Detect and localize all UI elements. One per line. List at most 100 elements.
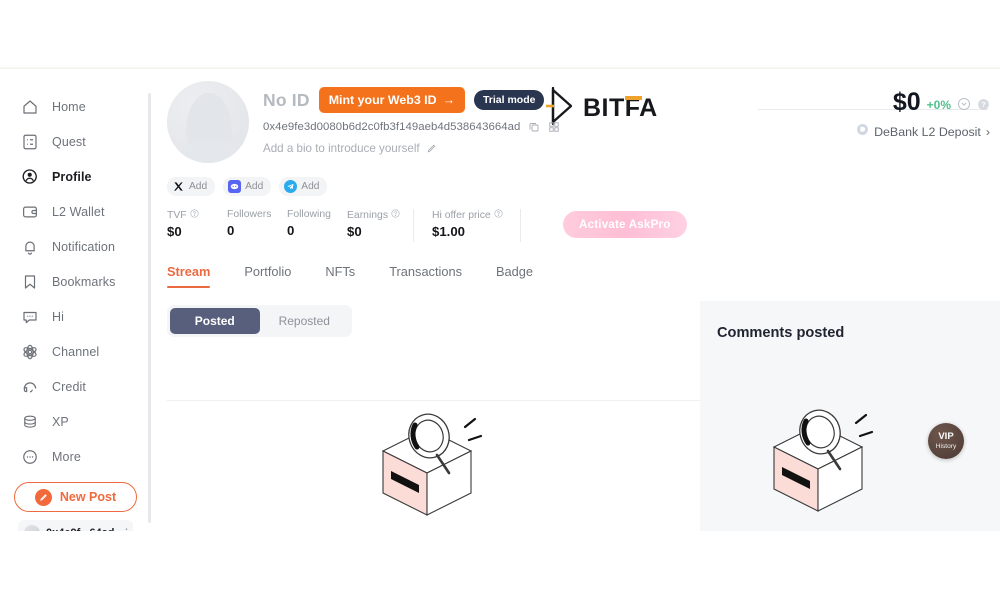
sidebar-item-home[interactable]: Home (0, 89, 151, 124)
arrow-right-icon: → (442, 93, 455, 107)
sidebar-label: XP (52, 414, 69, 429)
sidebar-item-quest[interactable]: Quest (0, 124, 151, 159)
sidebar-item-channel[interactable]: Channel (0, 334, 151, 369)
social-add-x[interactable]: Add (167, 177, 216, 196)
stat-label-wrap: Earnings (347, 209, 407, 221)
sidebar-item-hi[interactable]: Hi (0, 299, 151, 334)
new-post-button[interactable]: New Post (14, 482, 137, 512)
stat-label: Earnings (347, 209, 389, 221)
stat-label: Followers (227, 209, 272, 220)
main-content: BITFA $0 +0% ? DeBank L2 Deposit › No ID… (151, 69, 1000, 531)
sidebar-label: Profile (52, 169, 92, 184)
profile-stats: TVF $0 Followers 0 Following 0 Earnings … (167, 209, 1000, 242)
empty-state-illustration-left (371, 409, 486, 524)
mint-web3-id-button[interactable]: Mint your Web3 ID → (318, 87, 465, 113)
more-icon (20, 447, 40, 467)
tab-nfts[interactable]: NFTs (325, 264, 355, 288)
bio-placeholder: Add a bio to introduce yourself (263, 142, 420, 155)
social-add-telegram[interactable]: Add (279, 177, 328, 196)
credit-icon (20, 377, 40, 397)
comments-panel-title: Comments posted (717, 325, 845, 341)
mint-label: Mint your Web3 ID (328, 93, 437, 107)
empty-box-magnifier-icon (381, 413, 483, 516)
sidebar-label: Bookmarks (52, 274, 116, 289)
stats-divider (413, 209, 414, 242)
wallet-address: 0x4e9fe3d0080b6d2c0fb3f149aeb4d538643664… (263, 121, 521, 133)
vip-history-badge[interactable]: VIP History (928, 423, 964, 459)
stat-value: 0 (227, 223, 235, 238)
x-icon (172, 180, 185, 193)
new-post-label: New Post (59, 490, 117, 504)
vip-line-2: History (935, 442, 957, 450)
sidebar-item-l2-wallet[interactable]: L2 Wallet (0, 194, 151, 229)
stream-filter-toggle: Posted Reposted (167, 305, 352, 337)
top-blank-area (0, 0, 1000, 68)
activate-askpro-button[interactable]: Activate AskPro (563, 211, 687, 238)
social-add-label: Add (189, 181, 208, 192)
info-icon[interactable] (391, 209, 400, 221)
stat-label-wrap: Hi offer price (432, 209, 514, 221)
sidebar-item-bookmarks[interactable]: Bookmarks (0, 264, 151, 299)
comments-panel: Comments posted (700, 301, 1000, 531)
app-window: Home Quest Profile L2 Wallet Notificatio… (0, 0, 1000, 600)
tab-stream[interactable]: Stream (167, 264, 211, 288)
sidebar-label: L2 Wallet (52, 204, 105, 219)
wallet-icon (20, 202, 40, 222)
tab-portfolio[interactable]: Portfolio (244, 264, 291, 288)
stat-label: TVF (167, 209, 187, 221)
copy-icon[interactable] (528, 121, 540, 133)
stat-hi-offer-price: Hi offer price $1.00 (432, 209, 514, 239)
xp-icon (20, 412, 40, 432)
profile-avatar[interactable] (167, 81, 249, 163)
bookmark-icon (20, 272, 40, 292)
sidebar-label: Hi (52, 309, 65, 324)
edit-pencil-icon[interactable] (426, 143, 437, 154)
tab-badge[interactable]: Badge (496, 264, 533, 288)
sidebar-label: More (52, 449, 81, 464)
trial-mode-badge: Trial mode (473, 90, 545, 110)
profile-identity-row: No ID Mint your Web3 ID → Trial mode (263, 87, 560, 113)
toggle-reposted[interactable]: Reposted (260, 308, 350, 334)
channel-icon (20, 342, 40, 362)
sidebar-item-profile[interactable]: Profile (0, 159, 151, 194)
sidebar-item-credit[interactable]: Credit (0, 369, 151, 404)
qr-code-icon[interactable] (548, 121, 560, 133)
empty-state-illustration-right (762, 405, 877, 520)
stat-following: Following 0 (287, 209, 347, 238)
stat-label-wrap: Following (287, 209, 347, 220)
bottom-blank-area (0, 531, 1000, 600)
profile-tabs: Stream Portfolio NFTs Transactions Badge (167, 264, 1000, 288)
info-icon[interactable] (494, 209, 503, 221)
vip-line-1: VIP (938, 430, 954, 442)
empty-box-magnifier-icon (772, 409, 874, 512)
tab-transactions[interactable]: Transactions (389, 264, 462, 288)
stat-followers: Followers 0 (227, 209, 287, 238)
stat-value: $1.00 (432, 224, 466, 239)
quest-icon (20, 132, 40, 152)
sidebar-label: Home (52, 99, 86, 114)
stat-label-wrap: TVF (167, 209, 227, 221)
sidebar-label: Channel (52, 344, 100, 359)
profile-bio-row[interactable]: Add a bio to introduce yourself (263, 142, 560, 155)
profile-header-info: No ID Mint your Web3 ID → Trial mode 0x4… (263, 77, 560, 163)
sidebar-item-more[interactable]: More (0, 439, 151, 474)
sidebar-item-notification[interactable]: Notification (0, 229, 151, 264)
sidebar-label: Credit (52, 379, 86, 394)
telegram-icon (284, 180, 298, 193)
stat-label: Hi offer price (432, 209, 491, 221)
stat-label-wrap: Followers (227, 209, 287, 220)
sidebar-item-xp[interactable]: XP (0, 404, 151, 439)
stat-tvf: TVF $0 (167, 209, 227, 239)
bell-icon (20, 237, 40, 257)
toggle-posted[interactable]: Posted (170, 308, 260, 334)
profile-display-name: No ID (263, 89, 310, 110)
social-add-label: Add (245, 181, 264, 192)
sidebar-label: Quest (52, 134, 86, 149)
sidebar: Home Quest Profile L2 Wallet Notificatio… (0, 69, 151, 546)
profile-header: No ID Mint your Web3 ID → Trial mode 0x4… (151, 69, 1000, 163)
info-icon[interactable] (190, 209, 199, 221)
stats-divider-2 (520, 209, 521, 242)
social-links: Add Add Add (167, 177, 1000, 196)
sidebar-label: Notification (52, 239, 116, 254)
social-add-discord[interactable]: Add (223, 177, 272, 196)
